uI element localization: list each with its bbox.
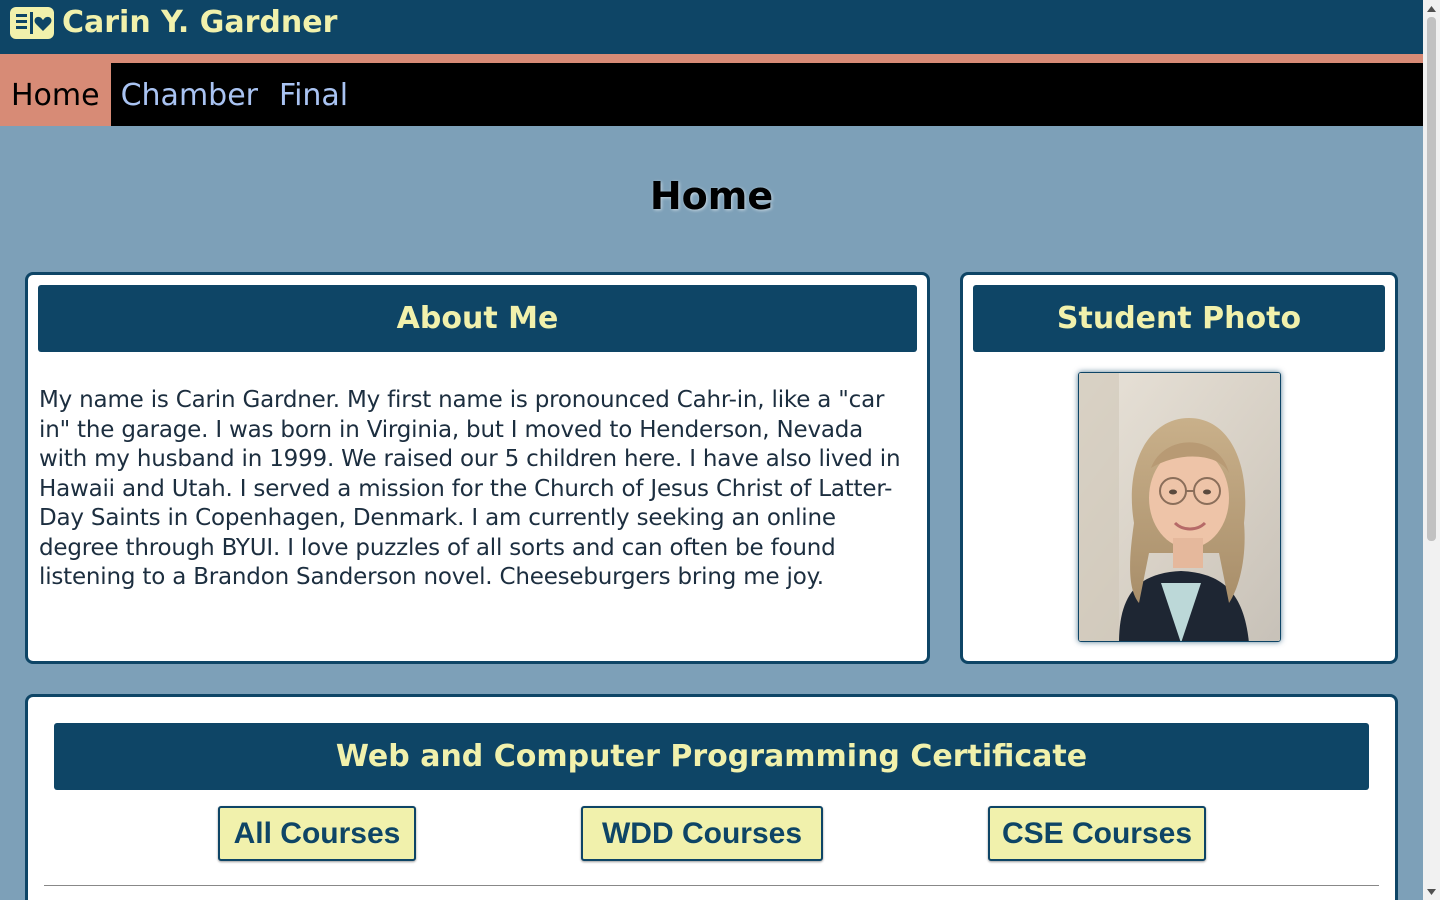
nav-item-final[interactable]: Final: [269, 63, 359, 126]
student-photo-heading: Student Photo: [973, 285, 1385, 352]
wdd-courses-button[interactable]: WDD Courses: [581, 806, 823, 861]
nav-item-chamber[interactable]: Chamber: [111, 63, 269, 126]
course-filter-buttons: All Courses WDD Courses CSE Courses: [28, 806, 1395, 862]
certificate-card: Web and Computer Programming Certificate…: [25, 694, 1398, 900]
site-title: Carin Y. Gardner: [62, 5, 338, 40]
about-text: My name is Carin Gardner. My first name …: [39, 387, 901, 590]
certificate-heading: Web and Computer Programming Certificate: [54, 723, 1369, 790]
scrollbar-thumb[interactable]: [1427, 17, 1436, 541]
vertical-scrollbar[interactable]: [1423, 0, 1440, 900]
nav-item-home[interactable]: Home: [0, 63, 111, 126]
site-header: Carin Y. Gardner: [0, 0, 1423, 63]
student-photo-card: Student Photo: [960, 272, 1398, 664]
scroll-up-icon[interactable]: [1423, 0, 1440, 17]
student-photo: [1078, 372, 1281, 642]
page: Carin Y. Gardner Home Chamber Final Home…: [0, 0, 1423, 900]
all-courses-button[interactable]: All Courses: [218, 806, 416, 861]
about-card: About Me My name is Carin Gardner. My fi…: [25, 272, 930, 664]
book-heart-icon: [10, 6, 54, 39]
page-title: Home: [649, 174, 774, 218]
cse-courses-button[interactable]: CSE Courses: [988, 806, 1206, 861]
about-heading: About Me: [38, 285, 917, 352]
divider: [44, 885, 1379, 886]
scroll-down-icon[interactable]: [1423, 883, 1440, 900]
main-nav: Home Chamber Final: [0, 63, 1423, 126]
